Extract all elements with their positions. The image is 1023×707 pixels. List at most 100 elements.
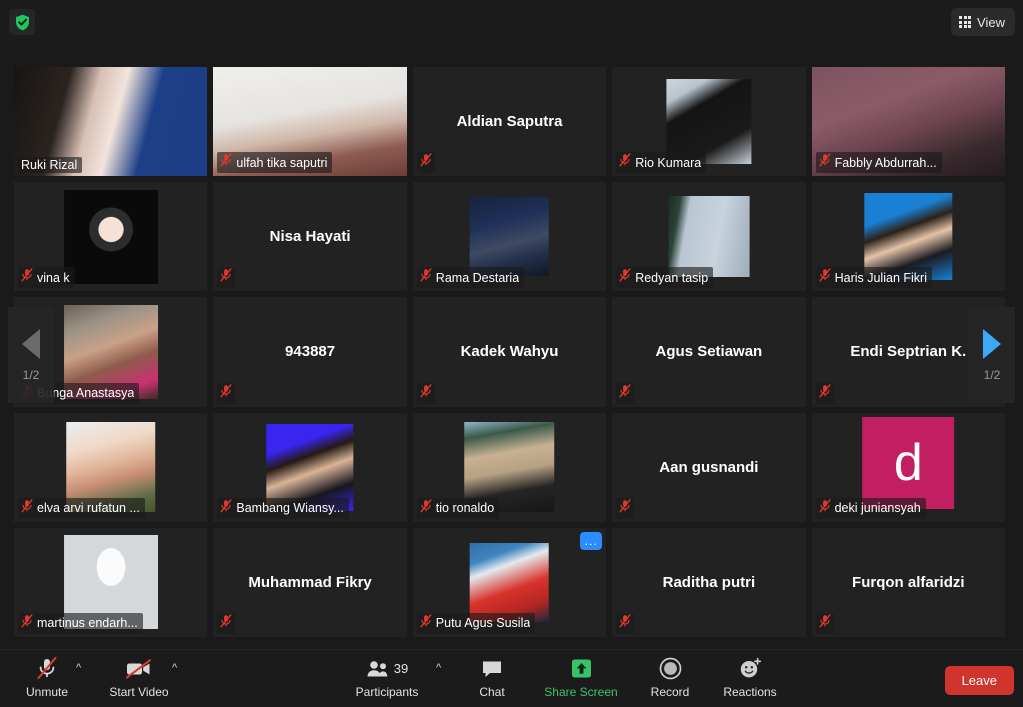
leave-button[interactable]: Leave xyxy=(944,666,1014,695)
participant-name: Raditha putri xyxy=(662,573,756,591)
video-options-caret[interactable]: ^ xyxy=(172,662,177,674)
participant-tile[interactable]: Agus Setiawan xyxy=(612,297,806,407)
participant-status-bar: elva arvi rufatun ... xyxy=(18,497,145,519)
participant-name: vina k xyxy=(37,270,70,285)
mic-muted-icon xyxy=(819,383,831,403)
participant-name: 943887 xyxy=(285,343,336,361)
participant-name: tio ronaldo xyxy=(435,501,495,516)
view-button[interactable]: View xyxy=(951,8,1015,36)
mic-muted-icon xyxy=(220,499,232,518)
participant-status-bar: ulfah tika saputri xyxy=(217,152,333,174)
participant-name: Rio Kumara xyxy=(635,155,702,170)
participant-tile[interactable]: martinus endarh... xyxy=(14,527,208,637)
participant-status-bar xyxy=(616,382,635,404)
participant-status-bar: martinus endarh... xyxy=(18,612,143,634)
participants-button[interactable]: 39 Participants xyxy=(350,655,424,699)
participant-tile[interactable]: Putu Agus Susila... xyxy=(412,527,607,637)
participant-tile[interactable]: Furqon alfaridzi xyxy=(811,527,1005,637)
participant-status-bar: tio ronaldo xyxy=(416,497,500,519)
mic-muted-icon xyxy=(819,614,831,633)
mic-muted-icon xyxy=(819,153,831,172)
more-options-icon: ... xyxy=(584,533,598,548)
mic-muted-icon xyxy=(220,614,232,633)
participants-options-caret[interactable]: ^ xyxy=(436,662,441,674)
start-video-label: Start Video xyxy=(109,685,169,699)
participant-tile[interactable]: Haris Julian Fikri xyxy=(811,182,1005,292)
record-circle-icon xyxy=(659,655,682,682)
participant-name: Nisa Hayati xyxy=(269,228,351,246)
participant-status-bar xyxy=(217,382,236,404)
avatar-initial: d xyxy=(893,433,923,492)
participant-tile[interactable]: Redyan tasip xyxy=(612,182,806,292)
mic-muted-icon xyxy=(420,499,432,518)
chat-button[interactable]: Chat xyxy=(455,655,529,699)
camera-off-icon xyxy=(125,655,153,682)
mic-muted-icon xyxy=(420,614,432,633)
participant-tile[interactable]: Rio Kumara xyxy=(612,67,806,177)
participant-tile[interactable]: Bambang Wiansy... xyxy=(213,412,407,522)
share-up-arrow-icon xyxy=(568,655,595,682)
participant-status-bar: Putu Agus Susila xyxy=(416,612,536,634)
tile-more-options-button[interactable]: ... xyxy=(580,531,603,550)
participant-tile[interactable]: d deki juniansyah xyxy=(811,412,1005,522)
participant-tile[interactable]: tio ronaldo xyxy=(412,412,607,522)
chevron-right-icon xyxy=(983,328,1001,359)
participant-tile[interactable]: 943887 xyxy=(213,297,407,407)
people-icon xyxy=(367,660,388,676)
record-button[interactable]: Record xyxy=(633,655,707,699)
participant-name: Bambang Wiansy... xyxy=(236,501,344,516)
participant-status-bar: Redyan tasip xyxy=(616,267,714,289)
participant-tile[interactable]: Aan gusnandi xyxy=(612,412,806,522)
participant-tile[interactable]: Raditha putri xyxy=(612,527,806,637)
mic-muted-icon xyxy=(619,153,631,172)
mic-muted-icon xyxy=(619,499,631,518)
participant-name: Haris Julian Fikri xyxy=(834,270,927,285)
meeting-controls-toolbar: Unmute ^ Start Video ^ 39 Participants ^… xyxy=(0,649,1023,707)
participant-name: Ruki Rizal xyxy=(21,158,78,173)
participant-status-bar: Fabbly Abdurrah... xyxy=(815,152,942,174)
participant-tile[interactable]: Aldian Saputra xyxy=(412,67,607,177)
mic-muted-icon xyxy=(220,268,232,287)
mic-muted-icon xyxy=(420,268,432,287)
participant-name: Agus Setiawan xyxy=(655,343,763,361)
participants-label: Participants xyxy=(355,685,419,699)
participant-video xyxy=(470,543,549,622)
participant-tile[interactable]: Kadek Wahyu xyxy=(412,297,607,407)
participant-name: Aldian Saputra xyxy=(456,113,563,131)
participant-status-bar: Bambang Wiansy... xyxy=(217,497,349,519)
next-page-button[interactable]: 1/2 xyxy=(969,307,1015,403)
participant-status-bar xyxy=(815,382,834,404)
chat-label: Chat xyxy=(479,685,505,699)
participant-status-bar xyxy=(616,497,635,519)
participant-tile[interactable]: Rama Destaria xyxy=(412,182,607,292)
participant-tile[interactable]: Nisa Hayati xyxy=(213,182,407,292)
participant-name: Muhammad Fikry xyxy=(248,573,372,591)
participant-status-bar: deki juniansyah xyxy=(815,497,926,519)
participant-name: Furqon alfaridzi xyxy=(852,573,965,591)
reactions-button[interactable]: Reactions xyxy=(713,655,787,699)
audio-options-caret[interactable]: ^ xyxy=(76,662,81,674)
shield-check-icon[interactable] xyxy=(9,9,35,35)
previous-page-button[interactable]: 1/2 xyxy=(8,307,54,403)
participant-name: Redyan tasip xyxy=(635,270,709,285)
participant-tile[interactable]: elva arvi rufatun ... xyxy=(14,412,208,522)
participant-tile[interactable]: Ruki Rizal xyxy=(14,67,208,177)
share-screen-button[interactable]: Share Screen xyxy=(543,655,619,699)
participant-status-bar: Ruki Rizal xyxy=(18,157,83,174)
participant-name: Aan gusnandi xyxy=(659,458,759,476)
participant-name: Fabbly Abdurrah... xyxy=(834,155,937,170)
participant-video xyxy=(470,197,549,277)
chevron-left-icon xyxy=(22,328,40,359)
participant-tile[interactable]: Muhammad Fikry xyxy=(213,527,407,637)
share-screen-label: Share Screen xyxy=(544,685,618,699)
participant-name: martinus endarh... xyxy=(37,616,138,631)
unmute-button[interactable]: Unmute xyxy=(10,655,84,699)
participant-avatar: d xyxy=(862,416,955,509)
participant-tile[interactable]: vina k xyxy=(14,182,208,292)
participant-tile[interactable]: ulfah tika saputri xyxy=(213,67,407,177)
start-video-button[interactable]: Start Video xyxy=(102,655,176,699)
participant-tile[interactable]: Fabbly Abdurrah... xyxy=(811,67,1005,177)
smiley-plus-icon xyxy=(738,655,763,682)
mic-muted-icon xyxy=(420,153,432,172)
mic-muted-icon xyxy=(220,153,232,172)
